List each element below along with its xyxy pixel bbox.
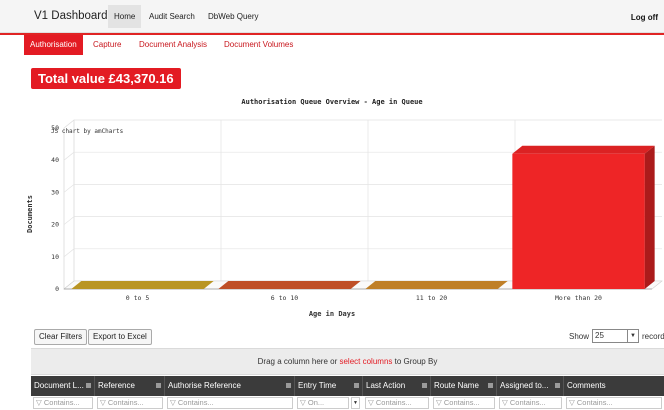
show-label: Show <box>569 332 590 341</box>
x-tick-label: 0 to 5 <box>126 294 150 302</box>
bar-top <box>512 145 655 154</box>
page-size-value: 25 <box>595 331 604 340</box>
filter-input-comments[interactable]: ▽ Contains... <box>566 397 662 409</box>
tab-document-volumes[interactable]: Document Volumes <box>218 35 299 55</box>
column-header-label: Assigned to... <box>500 381 549 390</box>
column-header-label: Document L... <box>34 381 84 390</box>
group-by-text-after: to Group By <box>392 357 438 366</box>
y-tick-label: 40 <box>51 156 59 164</box>
column-menu-icon[interactable] <box>286 383 291 388</box>
column-header-reference[interactable]: Reference <box>95 376 165 396</box>
column-header-label: Comments <box>567 381 606 390</box>
filter-icon: ▽ <box>100 398 106 407</box>
column-menu-icon[interactable] <box>354 383 359 388</box>
sub-navbar: Authorisation Capture Document Analysis … <box>0 33 664 55</box>
clear-filters-button[interactable]: Clear Filters <box>34 329 88 345</box>
column-header-label: Reference <box>98 381 135 390</box>
top-navbar: V1 Dashboard Home Audit Search DbWeb Que… <box>0 0 664 33</box>
nav-dbweb-query[interactable]: DbWeb Query <box>202 5 265 28</box>
column-header-document[interactable]: Document L... <box>31 376 95 396</box>
y-tick-label: 30 <box>51 188 59 196</box>
group-by-bar[interactable]: Drag a column here or select columns to … <box>31 348 664 375</box>
app-brand[interactable]: V1 Dashboard <box>34 10 108 22</box>
filter-icon: ▽ <box>436 398 442 407</box>
filter-input-entry-time[interactable]: ▽ On... <box>297 397 349 409</box>
column-menu-icon[interactable] <box>422 383 427 388</box>
filter-placeholder: Contains... <box>375 398 412 407</box>
filter-icon: ▽ <box>502 398 508 407</box>
grid-header: Document L... Reference Authorise Refere… <box>31 376 664 396</box>
records-label: records <box>642 332 664 341</box>
x-tick-label: More than 20 <box>555 294 602 302</box>
tab-capture[interactable]: Capture <box>87 35 127 55</box>
y-tick-label: 0 <box>55 285 59 293</box>
filter-icon: ▽ <box>368 398 374 407</box>
filter-placeholder: Contains... <box>576 398 613 407</box>
x-tick-label: 6 to 10 <box>271 294 298 302</box>
group-by-text-before: Drag a column here or <box>257 357 340 366</box>
y-axis-label: Documents <box>26 195 34 233</box>
filter-icon: ▽ <box>170 398 176 407</box>
chart-canvas: 010203040500 to 56 to 10 11 to 20 More tha… <box>51 119 663 302</box>
column-header-label: Entry Time <box>298 381 337 390</box>
x-axis-label: Age in Days <box>308 310 356 318</box>
filter-placeholder: Contains... <box>443 398 480 407</box>
column-header-last-action[interactable]: Last Action <box>363 376 431 396</box>
select-columns-link[interactable]: select columns <box>339 357 392 366</box>
x-tick-label: 11 to 20 <box>416 294 447 302</box>
chart-side-wall <box>63 119 75 290</box>
bar-top <box>365 281 508 289</box>
filter-input-last-action[interactable]: ▽ Contains... <box>365 397 429 409</box>
y-tick-label: 10 <box>51 253 59 261</box>
log-off-link[interactable]: Log off <box>631 13 658 22</box>
column-menu-icon[interactable] <box>555 383 560 388</box>
filter-input-route-name[interactable]: ▽ Contains... <box>433 397 495 409</box>
filter-icon: ▽ <box>300 398 306 407</box>
date-filter-dropdown-icon[interactable]: ▼ <box>351 397 360 409</box>
column-header-authorise-reference[interactable]: Authorise Reference <box>165 376 295 396</box>
chevron-down-icon[interactable]: ▼ <box>627 330 638 342</box>
filter-placeholder: Contains... <box>43 398 80 407</box>
filter-placeholder: Contains... <box>177 398 214 407</box>
filter-icon: ▽ <box>36 398 42 407</box>
bar-side <box>644 145 655 289</box>
bar-top <box>218 281 361 289</box>
page-size-select[interactable]: 25 ▼ <box>592 329 639 343</box>
column-header-label: Authorise Reference <box>168 381 241 390</box>
column-header-comments[interactable]: Comments <box>564 376 664 396</box>
column-header-route-name[interactable]: Route Name <box>431 376 497 396</box>
tab-document-analysis[interactable]: Document Analysis <box>133 35 213 55</box>
filter-input-reference[interactable]: ▽ Contains... <box>97 397 163 409</box>
bar <box>512 153 645 289</box>
column-header-label: Last Action <box>366 381 406 390</box>
filter-input-document[interactable]: ▽ Contains... <box>33 397 93 409</box>
grid-toolbar: Clear Filters Export to Excel Show 25 ▼ … <box>0 326 664 348</box>
column-header-label: Route Name <box>434 381 479 390</box>
column-menu-icon[interactable] <box>156 383 161 388</box>
filter-input-authorise-reference[interactable]: ▽ Contains... <box>167 397 293 409</box>
total-value-badge: Total value £43,370.16 <box>31 68 181 89</box>
tab-authorisation[interactable]: Authorisation <box>24 35 83 55</box>
column-menu-icon[interactable] <box>488 383 493 388</box>
age-in-queue-chart: Authorisation Queue Overview - Age in Qu… <box>0 92 664 320</box>
nav-home[interactable]: Home <box>108 5 142 28</box>
column-header-entry-time[interactable]: Entry Time <box>295 376 363 396</box>
filter-placeholder: Contains... <box>509 398 546 407</box>
filter-input-assigned-to[interactable]: ▽ Contains... <box>499 397 562 409</box>
amcharts-credit[interactable]: JS chart by amCharts <box>51 128 123 135</box>
y-tick-label: 20 <box>51 221 59 229</box>
nav-audit-search[interactable]: Audit Search <box>143 5 201 28</box>
grid-filter-row: ▽ Contains... ▽ Contains... ▽ Contains..… <box>31 396 664 410</box>
bar-top <box>71 281 214 289</box>
column-menu-icon[interactable] <box>86 383 91 388</box>
column-header-assigned-to[interactable]: Assigned to... <box>497 376 564 396</box>
filter-placeholder: On... <box>307 398 325 407</box>
filter-placeholder: Contains... <box>107 398 144 407</box>
export-excel-button[interactable]: Export to Excel <box>88 329 152 345</box>
filter-icon: ▽ <box>569 398 575 407</box>
